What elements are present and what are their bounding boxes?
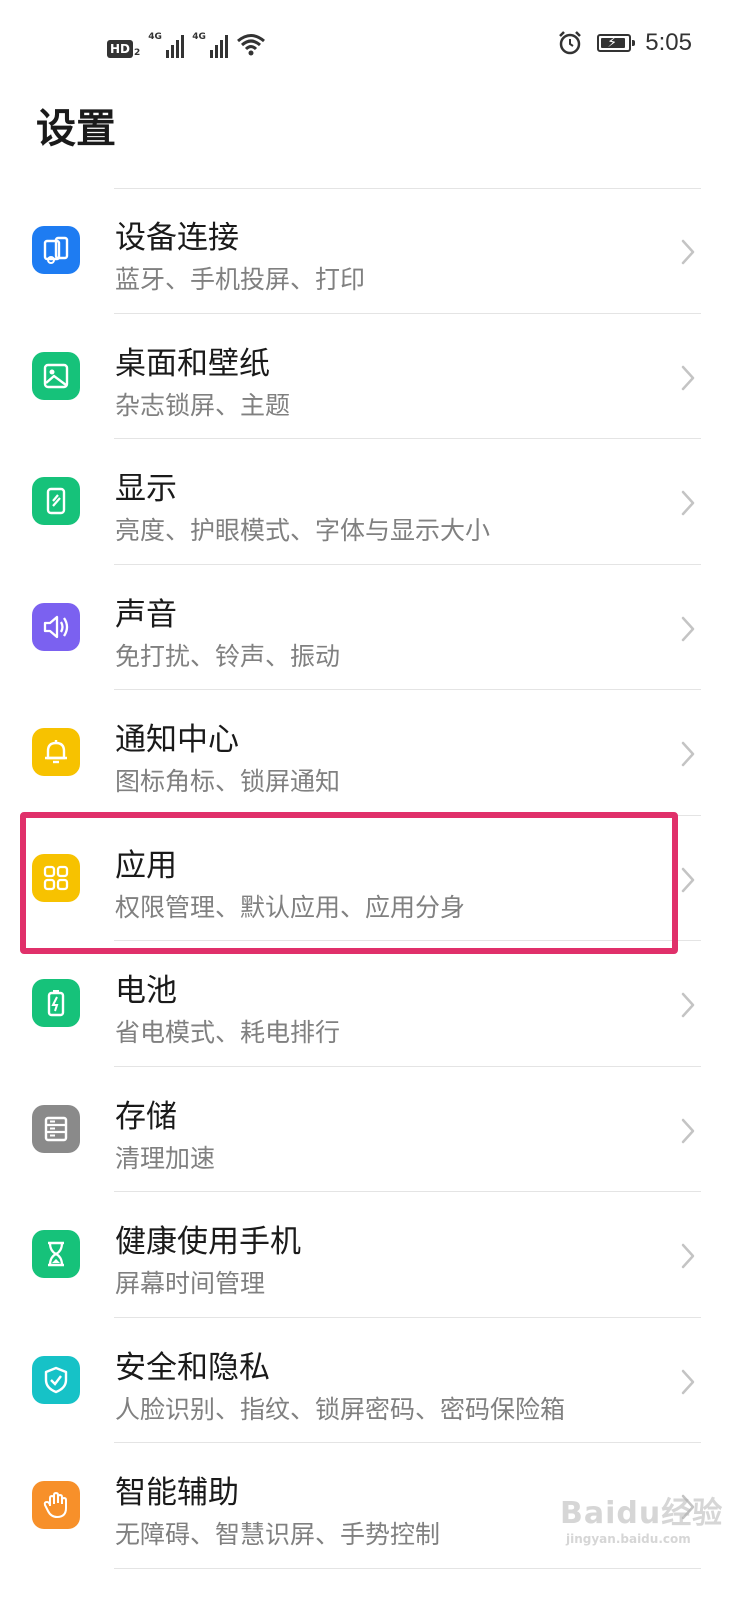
hd-voice-icon: HD 2 — [107, 40, 140, 58]
settings-item-9[interactable]: 健康使用手机屏幕时间管理 — [0, 1192, 748, 1318]
settings-item-subtitle: 清理加速 — [115, 1143, 216, 1173]
settings-item-6[interactable]: 应用权限管理、默认应用、应用分身 — [0, 816, 748, 941]
item-divider — [114, 1567, 701, 1569]
chevron-right-icon — [681, 1369, 695, 1394]
settings-item-subtitle: 屏幕时间管理 — [115, 1269, 266, 1298]
sound-icon — [32, 602, 80, 651]
chevron-right-icon — [681, 490, 695, 516]
settings-item-subtitle: 杂志锁屏、主题 — [115, 390, 291, 420]
settings-item-subtitle: 省电模式、耗电排行 — [115, 1018, 341, 1047]
chevron-right-icon — [681, 1243, 695, 1269]
alarm-icon — [559, 31, 582, 55]
chevron-right-icon — [681, 992, 695, 1018]
wallpaper-icon — [32, 351, 80, 400]
chevron-right-icon — [681, 867, 695, 892]
shield-icon — [32, 1355, 80, 1404]
settings-item-subtitle: 图标角标、锁屏通知 — [115, 767, 341, 796]
wifi-icon — [237, 34, 266, 56]
settings-item-title: 通知中心 — [115, 722, 239, 758]
chevron-right-icon — [681, 365, 695, 390]
settings-item-5[interactable]: 通知中心图标角标、锁屏通知 — [0, 690, 748, 816]
settings-item-7[interactable]: 电池省电模式、耗电排行 — [0, 941, 748, 1067]
settings-item-title: 桌面和壁纸 — [115, 345, 270, 382]
settings-item-subtitle: 无障碍、智慧识屏、手势控制 — [115, 1520, 441, 1549]
watermark: Baidu经验 jingyan.baidu.com — [560, 1488, 723, 1546]
battery-icon — [32, 979, 80, 1027]
settings-item-title: 电池 — [115, 973, 177, 1009]
chevron-right-icon — [681, 741, 695, 767]
chevron-right-icon — [681, 616, 695, 641]
storage-icon — [32, 1104, 80, 1153]
hand-icon — [32, 1481, 80, 1529]
sim1-network-tag: 4G — [148, 32, 162, 42]
bell-icon — [32, 728, 80, 776]
settings-item-title: 存储 — [115, 1098, 177, 1135]
settings-list: 设备连接蓝牙、手机投屏、打印桌面和壁纸杂志锁屏、主题显示亮度、护眼模式、字体与显… — [0, 188, 748, 1569]
battery-status-icon: ⚡ — [597, 34, 636, 52]
settings-item-subtitle: 权限管理、默认应用、应用分身 — [115, 892, 466, 922]
settings-item-8[interactable]: 存储 清理加速 — [0, 1067, 748, 1192]
settings-item-subtitle: 免打扰、铃声、振动 — [115, 641, 341, 671]
settings-item-title: 健康使用手机 — [115, 1224, 301, 1260]
signal-sim2-icon: 4G — [192, 32, 229, 58]
apps-grid-icon — [32, 853, 80, 902]
chevron-right-icon — [681, 1118, 695, 1143]
hd-label: HD — [107, 40, 134, 58]
sim2-network-tag: 4G — [192, 32, 206, 42]
clock: 5:05 — [645, 29, 692, 56]
settings-item-title: 声音 — [115, 596, 177, 633]
hd-sim-number: 2 — [134, 48, 141, 58]
settings-item-1[interactable]: 设备连接蓝牙、手机投屏、打印 — [0, 188, 748, 314]
settings-item-subtitle: 人脸识别、指纹、锁屏密码、密码保险箱 — [115, 1394, 566, 1424]
settings-item-title: 设备连接 — [115, 220, 239, 256]
settings-item-3[interactable]: 显示亮度、护眼模式、字体与显示大小 — [0, 439, 748, 565]
watermark-text: Baidu经验 — [560, 1496, 724, 1531]
settings-item-title: 安全和隐私 — [115, 1349, 270, 1386]
settings-item-title: 显示 — [115, 471, 177, 507]
settings-item-4[interactable]: 声音免打扰、铃声、振动 — [0, 565, 748, 690]
settings-item-2[interactable]: 桌面和壁纸杂志锁屏、主题 — [0, 314, 748, 439]
page-title: 设置 — [36, 106, 116, 152]
settings-item-subtitle: 蓝牙、手机投屏、打印 — [115, 265, 366, 294]
status-left: HD 2 4G 4G — [107, 28, 266, 58]
device-connection-icon — [32, 226, 80, 274]
settings-item-title: 应用 — [115, 847, 177, 884]
watermark-sub: jingyan.baidu.com — [566, 1532, 691, 1546]
settings-item-title: 智能辅助 — [115, 1475, 239, 1511]
settings-item-10[interactable]: 安全和隐私人脸识别、指纹、锁屏密码、密码保险箱 — [0, 1318, 748, 1443]
hourglass-icon — [32, 1230, 80, 1278]
display-icon — [32, 477, 80, 525]
signal-sim1-icon: 4G — [148, 32, 185, 58]
status-right: ⚡ 5:05 — [557, 28, 692, 58]
status-bar: HD 2 4G 4G ⚡ 5:05 — [0, 0, 748, 86]
chevron-right-icon — [681, 239, 695, 265]
settings-item-subtitle: 亮度、护眼模式、字体与显示大小 — [115, 516, 491, 545]
